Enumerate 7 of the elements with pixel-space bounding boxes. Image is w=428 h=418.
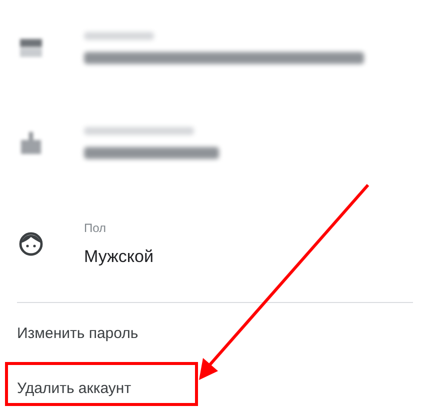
cake-icon — [18, 130, 44, 156]
action-link[interactable]: Удалить аккаунт — [17, 380, 132, 397]
field-label: Пол — [84, 221, 108, 235]
action-link[interactable]: Изменить пароль — [17, 325, 138, 342]
blurred-label — [84, 32, 154, 40]
face-icon — [18, 231, 44, 257]
field-value: Мужской — [84, 247, 154, 267]
